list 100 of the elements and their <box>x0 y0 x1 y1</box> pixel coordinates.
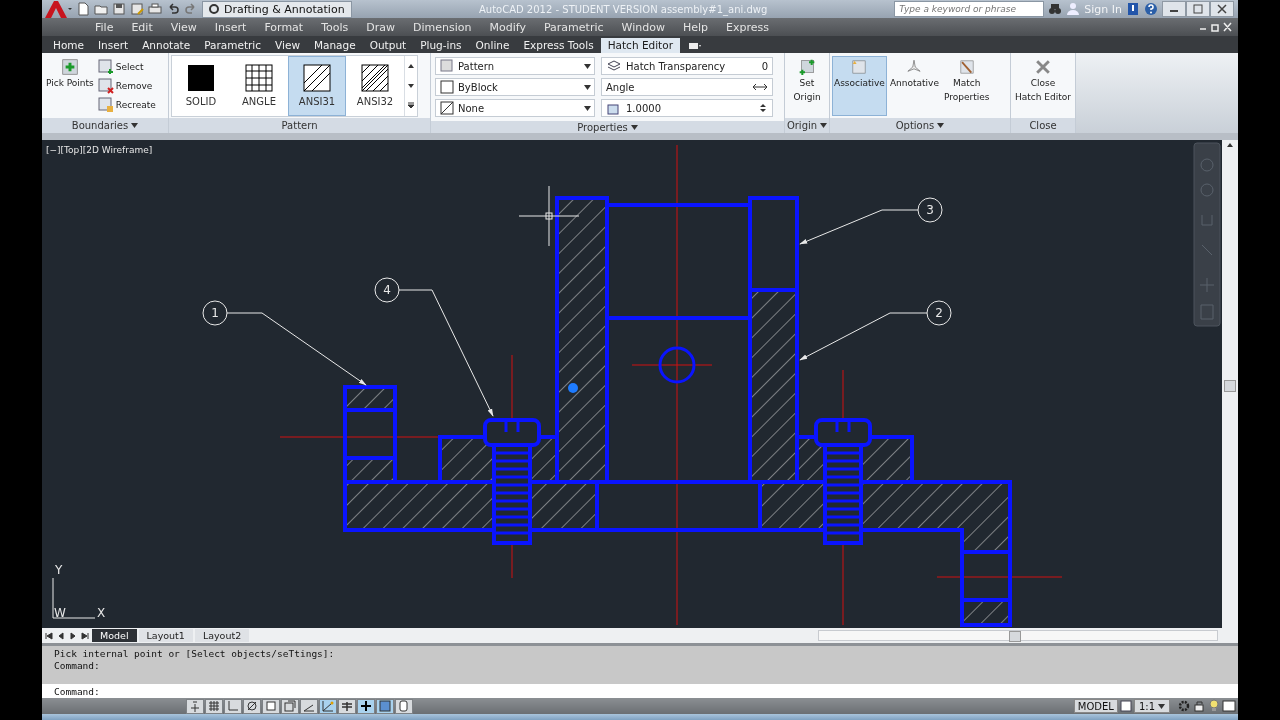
ribbon-tab[interactable]: Express Tools <box>516 38 601 53</box>
menu-item[interactable]: Tools <box>312 20 358 34</box>
boundary-tool-button[interactable]: Select <box>97 58 156 75</box>
scroll-thumb[interactable] <box>1009 631 1021 642</box>
grid-toggle-button[interactable] <box>205 698 223 714</box>
layout-icon[interactable] <box>1118 699 1133 713</box>
spinner-icon[interactable] <box>758 103 768 113</box>
new-file-icon[interactable] <box>76 2 90 16</box>
last-tab-icon[interactable] <box>80 630 90 641</box>
next-tab-icon[interactable] <box>68 630 78 641</box>
ucs-axis-label: X <box>97 606 106 620</box>
ribbon-tab[interactable]: Insert <box>91 38 136 53</box>
open-folder-icon[interactable] <box>94 2 108 16</box>
caret-icon[interactable] <box>584 105 591 111</box>
option-toggle-button[interactable]: Associative <box>832 55 887 116</box>
workspace-dropdown[interactable]: Drafting & Annotation <box>202 0 352 18</box>
workspace-name: Drafting & Annotation <box>224 2 345 16</box>
scale-field[interactable]: 1.0000 <box>601 99 773 117</box>
horizontal-scrollbar[interactable] <box>818 630 1218 641</box>
field-value: 1.0000 <box>626 102 662 114</box>
menu-item[interactable]: Format <box>255 20 313 34</box>
app-menu-icon[interactable] <box>42 0 72 18</box>
ortho-toggle-button[interactable] <box>224 698 242 714</box>
command-history-line: Command: <box>54 660 101 672</box>
ribbon-tab[interactable]: View <box>268 38 307 53</box>
save-as-icon[interactable] <box>130 2 144 16</box>
transparency-field[interactable]: Hatch Transparency 0 <box>601 57 773 75</box>
annotative-icon <box>906 58 923 75</box>
hatch-pattern-icon <box>361 64 389 92</box>
panel-title[interactable]: Properties <box>577 121 628 133</box>
ribbon-tab[interactable]: Home <box>46 38 91 53</box>
boundary-tool-button[interactable]: Recreate <box>97 96 156 113</box>
property-dropdown[interactable]: Pattern <box>435 57 595 75</box>
property-dropdown[interactable]: None <box>435 99 595 117</box>
ribbon-tab[interactable]: Online <box>468 38 517 53</box>
menu-item[interactable]: Parametric <box>534 20 613 34</box>
viewport-controls-label[interactable]: [−][Top][2D Wireframe] <box>46 145 153 155</box>
ribbon-tab[interactable]: Manage <box>306 38 363 53</box>
layout-tab[interactable]: Layout2 <box>194 629 250 642</box>
menu-item[interactable]: Express <box>717 20 778 34</box>
expand-gallery-icon[interactable] <box>406 100 416 111</box>
caret-icon[interactable] <box>584 63 591 69</box>
boundary-tool-button[interactable]: Remove <box>97 77 156 94</box>
fullscreen-icon[interactable] <box>1222 699 1236 713</box>
set-origin-button[interactable]: Set Origin <box>791 55 823 116</box>
caret-icon[interactable] <box>630 124 638 130</box>
undo-icon[interactable] <box>166 2 180 16</box>
layout-tab[interactable]: Model <box>92 629 137 642</box>
close-button[interactable] <box>1210 1 1234 17</box>
lock-icon[interactable] <box>1192 699 1206 713</box>
angle-field[interactable]: Angle <box>601 78 773 96</box>
option-toggle-button[interactable]: Annotative <box>887 55 941 116</box>
recreate-boundary-icon <box>97 96 114 113</box>
first-tab-icon[interactable] <box>44 630 54 641</box>
vertical-scrollbar[interactable] <box>1222 140 1238 628</box>
option-toggle-button[interactable]: Match Properties <box>941 55 992 116</box>
property-dropdown[interactable]: ByBlock <box>435 78 595 96</box>
polar-toggle-button[interactable] <box>243 698 261 714</box>
caret-icon[interactable] <box>820 123 828 128</box>
binoculars-icon[interactable] <box>1048 2 1063 16</box>
menu-item[interactable]: Edit <box>122 20 162 34</box>
ribbon-tab[interactable]: Plug-ins <box>413 38 469 53</box>
menu-item[interactable]: View <box>161 20 206 34</box>
help-icon[interactable] <box>1144 2 1158 16</box>
remove-boundary-icon <box>97 77 114 94</box>
ribbon-tab[interactable]: Parametric <box>197 38 269 53</box>
menu-item[interactable]: File <box>86 20 123 34</box>
hatch-pattern-swatch[interactable]: ANSI31 <box>288 55 346 116</box>
gear-icon[interactable] <box>1177 699 1191 713</box>
caret-icon[interactable] <box>584 84 591 90</box>
menu-item[interactable]: Help <box>673 20 717 34</box>
grip-point[interactable] <box>568 383 578 393</box>
caret-icon[interactable] <box>131 123 139 128</box>
annotation-scale-button[interactable]: 1:1 <box>1133 699 1170 713</box>
menu-item[interactable]: Dimension <box>404 20 481 34</box>
ribbon-tab[interactable]: Annotate <box>135 38 198 53</box>
command-line-field[interactable]: Command: <box>42 684 1238 698</box>
layout-tab[interactable]: Layout1 <box>138 629 193 642</box>
pick-points-button[interactable]: Pick Points <box>44 55 96 116</box>
menu-item[interactable]: Draw <box>357 20 404 34</box>
document-window-controls[interactable] <box>1198 21 1234 33</box>
lightbulb-icon[interactable] <box>1207 699 1221 713</box>
panel-title[interactable]: Origin <box>786 120 818 131</box>
save-icon[interactable] <box>112 2 126 16</box>
printer-icon[interactable] <box>148 2 162 16</box>
scroll-thumb[interactable] <box>1224 380 1236 392</box>
panel-title[interactable]: Boundaries <box>71 120 129 131</box>
menu-item[interactable]: Window <box>612 20 674 34</box>
model-space-button[interactable]: MODEL <box>1073 699 1118 713</box>
panel-title[interactable]: Options <box>895 120 935 131</box>
menu-item[interactable]: Insert <box>205 20 256 34</box>
osnap-toggle-button[interactable] <box>262 698 280 714</box>
ribbon-tab[interactable]: Output <box>362 38 414 53</box>
close-editor-button[interactable]: Close Hatch Editor <box>1013 55 1073 116</box>
ribbon-tab[interactable]: Hatch Editor <box>600 38 680 53</box>
previous-tab-icon[interactable] <box>56 630 66 641</box>
minimize-button[interactable] <box>1162 1 1186 17</box>
caret-icon[interactable] <box>937 123 945 128</box>
search-field[interactable]: Type a keyword or phrase <box>894 1 1045 17</box>
menu-item[interactable]: Modify <box>480 20 535 34</box>
